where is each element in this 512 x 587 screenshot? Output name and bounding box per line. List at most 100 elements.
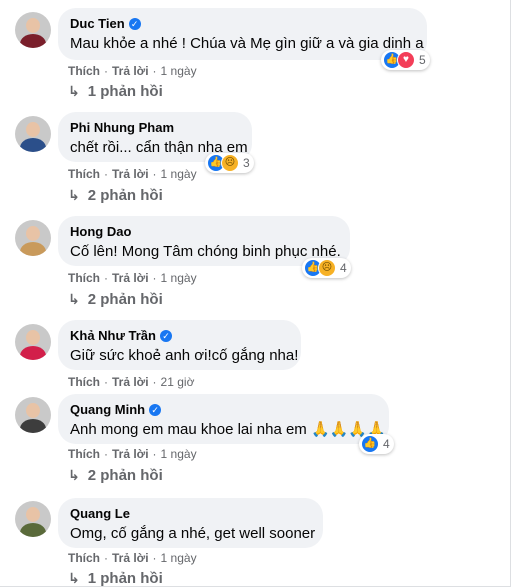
- commenter-name-text[interactable]: Phi Nhung Pham: [70, 120, 174, 136]
- reply-arrow-icon: ↳: [68, 467, 80, 483]
- comment-bubble: Khả Như Trần ✓ Giữ sức khoẻ anh ơi!cố gắn…: [58, 320, 301, 370]
- timestamp[interactable]: 1 ngày: [161, 64, 197, 78]
- separator: ·: [104, 167, 108, 181]
- reply-link[interactable]: Trả lời: [112, 375, 149, 389]
- like-link[interactable]: Thích: [68, 447, 100, 461]
- commenter-name-text[interactable]: Khả Như Trần: [70, 328, 156, 344]
- avatar-body: [20, 346, 46, 360]
- comment-actions: Thích · Trả lời · 21 giờ: [68, 375, 194, 389]
- comment-text: Anh mong em mau khoe lai nha em 🙏🙏🙏🙏: [70, 421, 386, 438]
- timestamp[interactable]: 1 ngày: [161, 271, 197, 285]
- reaction-count: 5: [419, 53, 426, 67]
- reply-link[interactable]: Trả lời: [112, 447, 149, 461]
- like-link[interactable]: Thích: [68, 271, 100, 285]
- verified-badge-icon: ✓: [149, 404, 162, 416]
- timestamp[interactable]: 1 ngày: [161, 551, 197, 565]
- view-replies-link[interactable]: ↳ 1 phản hồi: [68, 83, 163, 100]
- reply-arrow-icon: ↳: [68, 187, 80, 203]
- sad-reaction-icon: ☹: [318, 259, 336, 277]
- replies-count[interactable]: 2 phản hồi: [88, 467, 163, 484]
- love-reaction-icon: ♥: [397, 51, 415, 69]
- reaction-summary[interactable]: 👍 ♥ 5: [381, 50, 430, 70]
- verified-badge-icon: ✓: [159, 330, 172, 342]
- separator: ·: [152, 551, 157, 565]
- commenter-name-text[interactable]: Duc Tien: [70, 16, 125, 32]
- view-replies-link[interactable]: ↳ 2 phản hồi: [68, 291, 163, 308]
- commenter-name[interactable]: Quang Minh ✓: [70, 402, 377, 418]
- like-link[interactable]: Thích: [68, 64, 100, 78]
- separator: ·: [152, 375, 157, 389]
- avatar-body: [20, 138, 46, 152]
- commenter-name-text[interactable]: Quang Minh: [70, 402, 145, 418]
- view-replies-link[interactable]: ↳ 2 phản hồi: [68, 467, 163, 484]
- separator: ·: [104, 551, 108, 565]
- commenter-name[interactable]: Khả Như Trần ✓: [70, 328, 289, 344]
- separator: ·: [152, 447, 157, 461]
- reaction-count: 3: [243, 156, 250, 170]
- comment-bubble: Quang Le Omg, cố gắng a nhé, get well so…: [58, 498, 323, 548]
- commenter-name[interactable]: Phi Nhung Pham: [70, 120, 240, 136]
- timestamp[interactable]: 21 giờ: [161, 375, 195, 389]
- avatar-body: [20, 419, 46, 433]
- reaction-count: 4: [383, 437, 390, 451]
- avatar-face: [26, 122, 40, 137]
- avatar[interactable]: [15, 12, 51, 48]
- view-replies-link[interactable]: ↳ 2 phản hồi: [68, 187, 163, 204]
- replies-count[interactable]: 1 phản hồi: [88, 570, 163, 587]
- verified-badge-icon: ✓: [128, 18, 141, 30]
- commenter-name[interactable]: Quang Le: [70, 506, 311, 522]
- avatar-face: [26, 18, 40, 33]
- reply-arrow-icon: ↳: [68, 83, 80, 99]
- view-replies-link[interactable]: ↳ 1 phản hồi: [68, 570, 163, 587]
- comment-text: Mau khỏe a nhé ! Chúa và Mẹ gìn giữ a và…: [70, 35, 424, 52]
- commenter-name[interactable]: Hong Dao: [70, 224, 338, 240]
- commenter-name-text[interactable]: Quang Le: [70, 506, 130, 522]
- reply-arrow-icon: ↳: [68, 291, 80, 307]
- like-reaction-icon: 👍: [361, 435, 379, 453]
- comment-actions: Thích · Trả lời · 1 ngày: [68, 447, 197, 461]
- reply-link[interactable]: Trả lời: [112, 64, 149, 78]
- like-link[interactable]: Thích: [68, 551, 100, 565]
- separator: ·: [104, 271, 108, 285]
- sad-reaction-icon: ☹: [221, 154, 239, 172]
- avatar[interactable]: [15, 397, 51, 433]
- reply-link[interactable]: Trả lời: [112, 167, 149, 181]
- avatar-face: [26, 330, 40, 345]
- avatar[interactable]: [15, 501, 51, 537]
- avatar-body: [20, 242, 46, 256]
- avatar[interactable]: [15, 116, 51, 152]
- avatar[interactable]: [15, 220, 51, 256]
- reply-link[interactable]: Trả lời: [112, 271, 149, 285]
- commenter-name[interactable]: Duc Tien ✓: [70, 16, 415, 32]
- like-link[interactable]: Thích: [68, 167, 100, 181]
- avatar-face: [26, 403, 40, 418]
- avatar[interactable]: [15, 324, 51, 360]
- separator: ·: [104, 447, 108, 461]
- avatar-face: [26, 507, 40, 522]
- comment-actions: Thích · Trả lời · 1 ngày: [68, 551, 197, 565]
- avatar-face: [26, 226, 40, 241]
- reaction-summary[interactable]: 👍 ☹ 3: [205, 153, 254, 173]
- commenter-name-text[interactable]: Hong Dao: [70, 224, 131, 240]
- avatar-body: [20, 523, 46, 537]
- avatar-body: [20, 34, 46, 48]
- comment-actions: Thích · Trả lời · 1 ngày: [68, 64, 197, 78]
- replies-count[interactable]: 1 phản hồi: [88, 83, 163, 100]
- comment-bubble: Duc Tien ✓ Mau khỏe a nhé ! Chúa và Mẹ gì…: [58, 8, 427, 60]
- separator: ·: [104, 375, 108, 389]
- separator: ·: [152, 167, 157, 181]
- like-link[interactable]: Thích: [68, 375, 100, 389]
- comment-text: Giữ sức khoẻ anh ơi!cố gắng nha!: [70, 347, 299, 364]
- timestamp[interactable]: 1 ngày: [161, 167, 197, 181]
- reply-link[interactable]: Trả lời: [112, 551, 149, 565]
- timestamp[interactable]: 1 ngày: [161, 447, 197, 461]
- replies-count[interactable]: 2 phản hồi: [88, 291, 163, 308]
- reaction-count: 4: [340, 261, 347, 275]
- replies-count[interactable]: 2 phản hồi: [88, 187, 163, 204]
- reaction-summary[interactable]: 👍 ☹ 4: [302, 258, 351, 278]
- reply-arrow-icon: ↳: [68, 570, 80, 586]
- comment-actions: Thích · Trả lời · 1 ngày: [68, 167, 197, 181]
- separator: ·: [152, 64, 157, 78]
- comment-actions: Thích · Trả lời · 1 ngày: [68, 271, 197, 285]
- reaction-summary[interactable]: 👍 4: [359, 434, 394, 454]
